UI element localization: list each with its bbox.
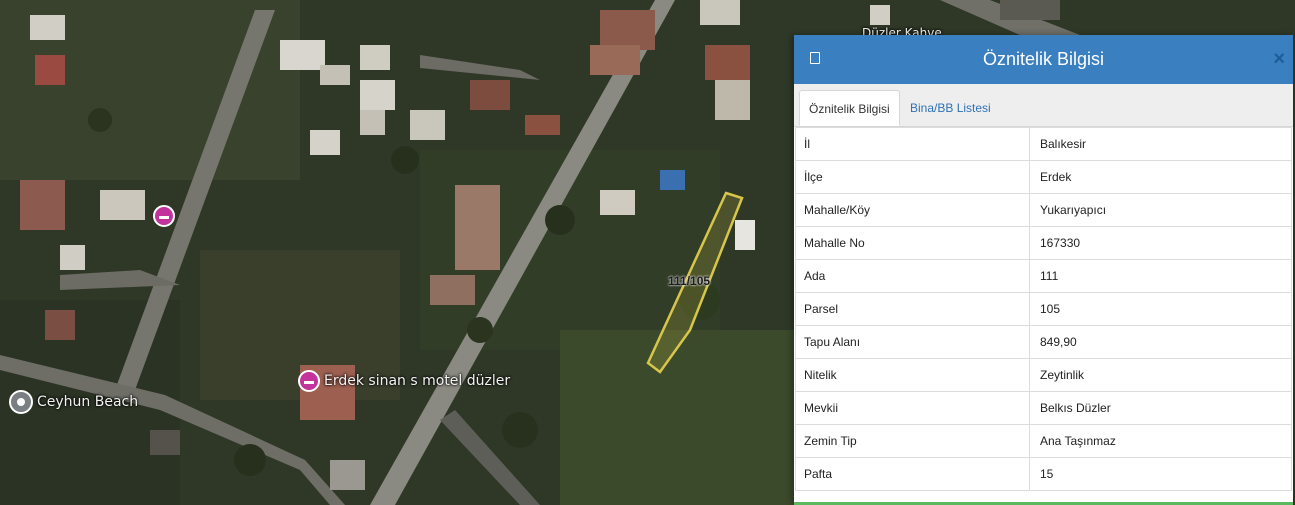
panel-tabs: Öznitelik Bilgisi Bina/BB Listesi <box>794 84 1293 127</box>
row-key: Pafta <box>795 457 1030 491</box>
row-value: Balıkesir <box>1029 127 1292 161</box>
attribute-table: İl Balıkesir İlçe Erdek Mahalle/Köy Yukarıy… <box>795 127 1292 491</box>
row-value: Erdek <box>1029 160 1292 194</box>
table-row: İl Balıkesir <box>795 127 1292 161</box>
row-key: Nitelik <box>795 358 1030 392</box>
row-key: Parsel <box>795 292 1030 326</box>
row-value: 849,90 <box>1029 325 1292 359</box>
row-value: 167330 <box>1029 226 1292 260</box>
row-value: 105 <box>1029 292 1292 326</box>
tab-building-list[interactable]: Bina/BB Listesi <box>901 90 1000 126</box>
place-pin-icon[interactable] <box>9 390 33 414</box>
panel-title: Öznitelik Bilgisi <box>982 49 1105 69</box>
hotel-icon[interactable]: ▬ <box>153 205 175 227</box>
hotel-icon[interactable]: ▬ <box>298 370 320 392</box>
table-row: Mahalle/Köy Yukarıyapıcı <box>795 193 1292 227</box>
map-label-beach[interactable]: Ceyhun Beach <box>37 394 138 410</box>
parcel-number-label: 111/105 <box>668 274 711 288</box>
row-value: 15 <box>1029 457 1292 491</box>
row-value: Ana Taşınmaz <box>1029 424 1292 458</box>
attribute-info-panel: Öznitelik Bilgisi × Öznitelik Bilgisi Bi… <box>794 35 1293 505</box>
table-row: Nitelik Zeytinlik <box>795 358 1292 392</box>
table-row: İlçe Erdek <box>795 160 1292 194</box>
table-row: Pafta 15 <box>795 457 1292 491</box>
table-row: Mahalle No 167330 <box>795 226 1292 260</box>
table-row: Parsel 105 <box>795 292 1292 326</box>
table-row: Ada 111 <box>795 259 1292 293</box>
row-value: 111 <box>1029 259 1292 293</box>
row-value: Belkıs Düzler <box>1029 391 1292 425</box>
map-label-hotel[interactable]: Erdek sinan s motel düzler <box>324 373 510 389</box>
table-row: Zemin Tip Ana Taşınmaz <box>795 424 1292 458</box>
row-key: Mevkii <box>795 391 1030 425</box>
row-key: Zemin Tip <box>795 424 1030 458</box>
row-value: Yukarıyapıcı <box>1029 193 1292 227</box>
row-key: İlçe <box>795 160 1030 194</box>
row-key: Mahalle/Köy <box>795 193 1030 227</box>
row-key: Ada <box>795 259 1030 293</box>
close-icon[interactable]: × <box>1273 47 1285 71</box>
row-key: Tapu Alanı <box>795 325 1030 359</box>
row-key: Mahalle No <box>795 226 1030 260</box>
tab-attribute-info[interactable]: Öznitelik Bilgisi <box>799 90 900 126</box>
table-row: Mevkii Belkıs Düzler <box>795 391 1292 425</box>
table-row: Tapu Alanı 849,90 <box>795 325 1292 359</box>
row-value: Zeytinlik <box>1029 358 1292 392</box>
row-key: İl <box>795 127 1030 161</box>
panel-header: Öznitelik Bilgisi × <box>794 35 1293 84</box>
